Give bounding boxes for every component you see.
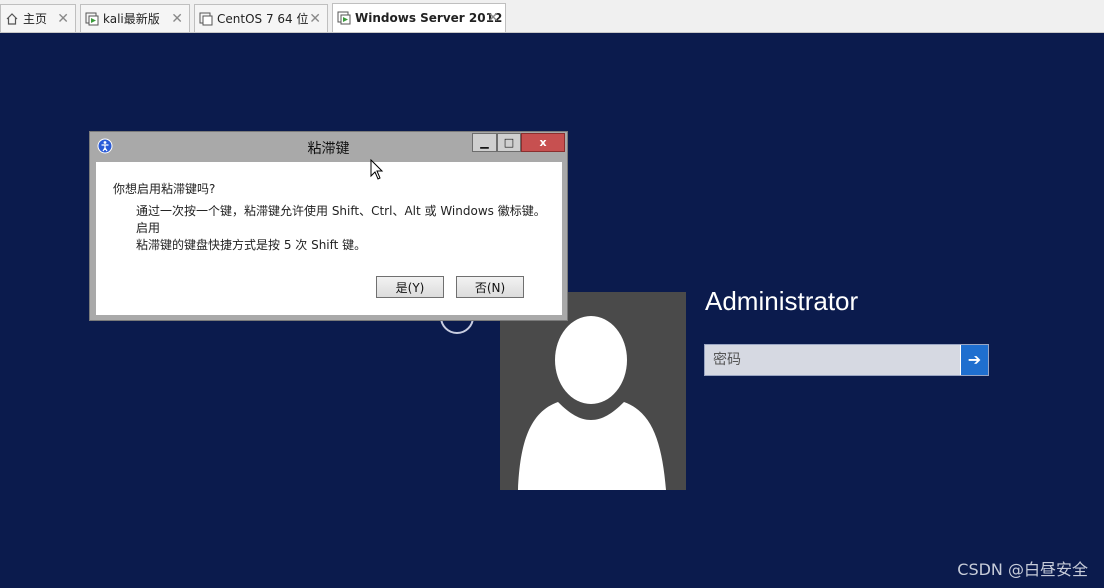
close-tab-icon[interactable]: ✕ bbox=[57, 11, 69, 27]
vm-icon bbox=[85, 12, 99, 26]
description-line: 粘滞键的键盘快捷方式是按 5 次 Shift 键。 bbox=[136, 238, 367, 252]
no-button[interactable]: 否(N) bbox=[456, 276, 524, 298]
vm-icon bbox=[199, 12, 213, 26]
yes-button[interactable]: 是(Y) bbox=[376, 276, 444, 298]
close-tab-icon[interactable]: ✕ bbox=[171, 11, 183, 27]
dialog-titlebar[interactable]: 粘滞键 ▁ □ x bbox=[90, 132, 567, 162]
tab-label: CentOS 7 64 位 bbox=[217, 12, 309, 26]
username-label: Administrator bbox=[705, 286, 859, 316]
dialog-body: 你想启用粘滞键吗? 通过一次按一个键，粘滞键允许使用 Shift、Ctrl、Al… bbox=[96, 162, 562, 315]
mouse-cursor-icon bbox=[370, 159, 384, 180]
tab-windows-server[interactable]: Windows Server 2012 ✕ bbox=[332, 3, 506, 32]
vm-icon bbox=[337, 11, 351, 25]
dialog-question: 你想启用粘滞键吗? bbox=[113, 182, 216, 196]
arrow-right-icon: ➔ bbox=[967, 352, 982, 369]
password-input[interactable] bbox=[705, 345, 960, 375]
watermark: CSDN @白昼安全 bbox=[957, 560, 1088, 579]
submit-arrow-button[interactable]: ➔ bbox=[960, 345, 988, 375]
tab-bar: 主页 ✕ kali最新版 ✕ CentOS 7 64 位 ✕ Windows S… bbox=[0, 0, 1104, 33]
maximize-button[interactable]: □ bbox=[497, 133, 521, 152]
user-silhouette-icon bbox=[518, 316, 666, 490]
user-avatar bbox=[500, 292, 686, 490]
minimize-button[interactable]: ▁ bbox=[472, 133, 497, 152]
home-icon bbox=[5, 12, 19, 26]
sticky-keys-dialog: 粘滞键 ▁ □ x 你想启用粘滞键吗? 通过一次按一个键，粘滞键允许使用 Shi… bbox=[89, 131, 568, 321]
password-field-container: ➔ bbox=[704, 344, 989, 376]
close-tab-icon[interactable]: ✕ bbox=[487, 10, 499, 26]
tab-label: kali最新版 bbox=[103, 12, 160, 26]
description-line: 通过一次按一个键，粘滞键允许使用 Shift、Ctrl、Alt 或 Window… bbox=[136, 204, 546, 235]
tab-home[interactable]: 主页 ✕ bbox=[0, 4, 76, 32]
close-button[interactable]: x bbox=[521, 133, 565, 152]
tab-label: Windows Server 2012 bbox=[355, 11, 503, 25]
close-tab-icon[interactable]: ✕ bbox=[309, 11, 321, 27]
dialog-description: 通过一次按一个键，粘滞键允许使用 Shift、Ctrl、Alt 或 Window… bbox=[136, 203, 546, 254]
tab-label: 主页 bbox=[23, 12, 48, 26]
tab-centos[interactable]: CentOS 7 64 位 ✕ bbox=[194, 4, 328, 32]
tab-kali[interactable]: kali最新版 ✕ bbox=[80, 4, 190, 32]
